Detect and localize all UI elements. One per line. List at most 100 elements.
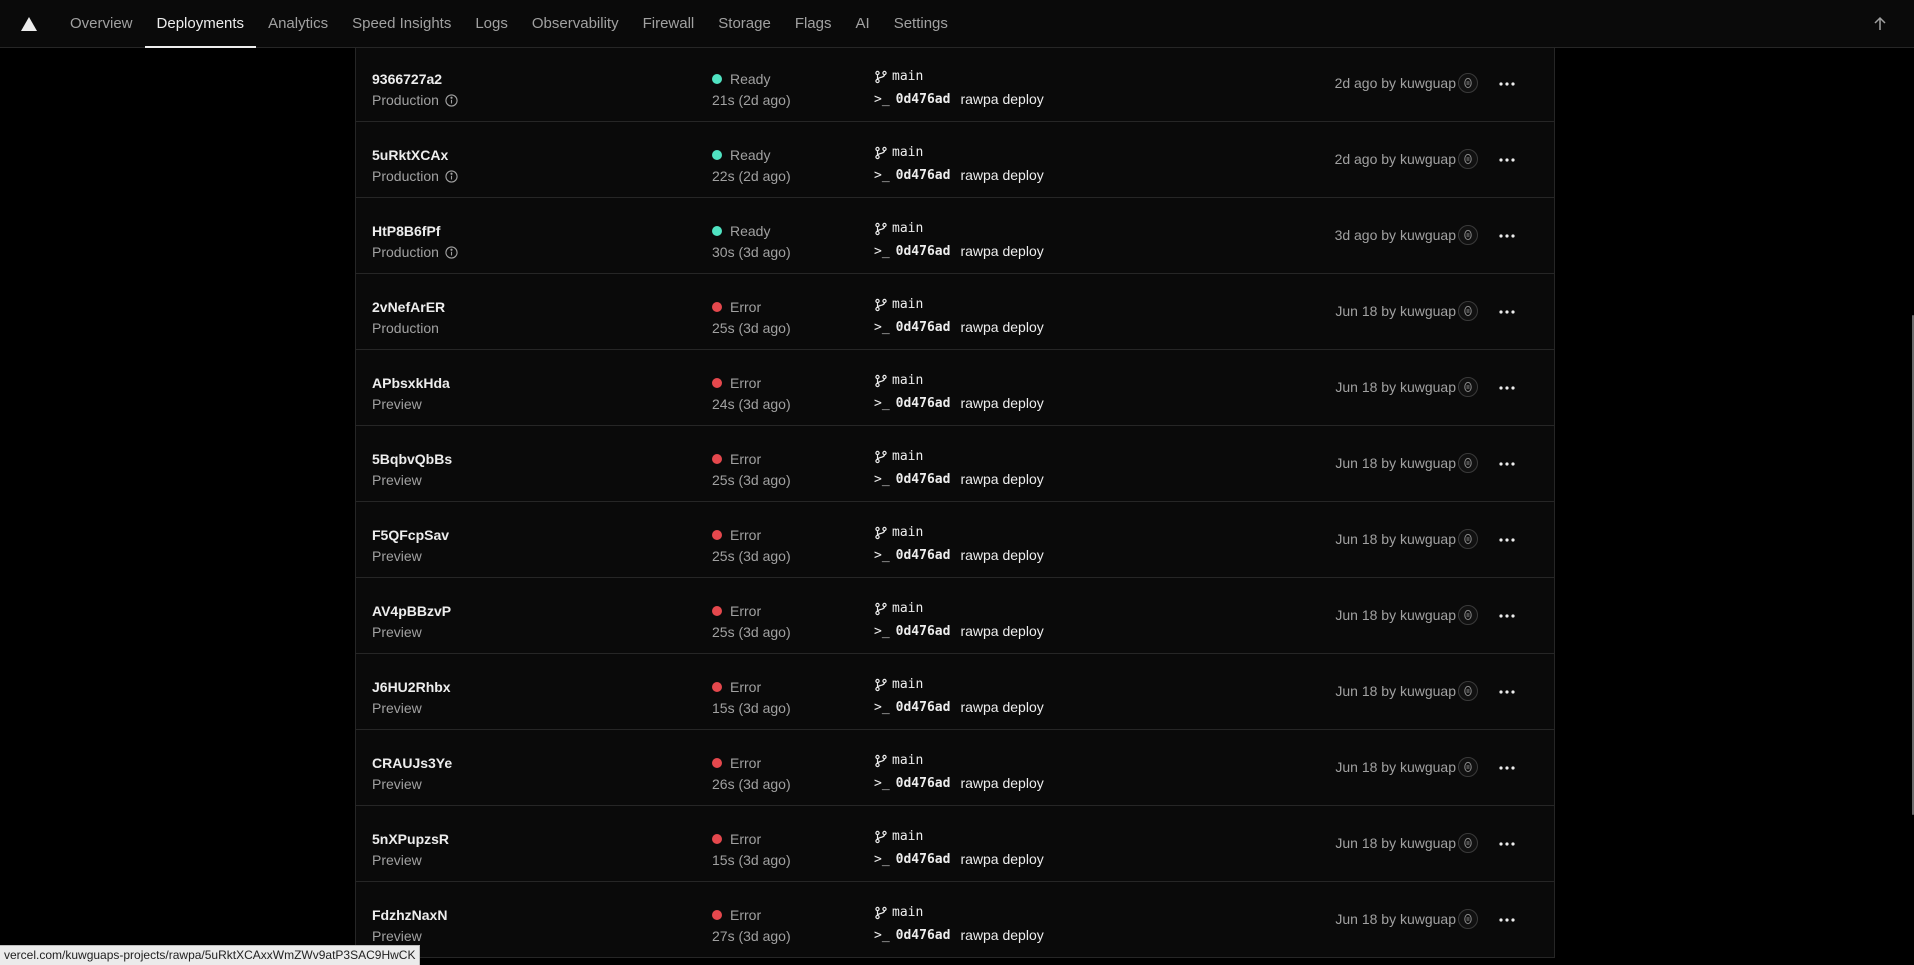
deployment-row[interactable]: 2vNefArER Production Error 25s (3d ago) … [356,274,1554,350]
status-label: Error [730,679,762,695]
terminal-prompt-icon: >_ [874,623,890,639]
tab-storage[interactable]: Storage [706,0,783,47]
deployment-environment: Production [372,320,439,336]
deployment-environment: Preview [372,852,422,868]
branch[interactable]: main [874,601,923,616]
branch[interactable]: main [874,221,923,236]
branch[interactable]: main [874,69,923,84]
branch[interactable]: main [874,905,923,920]
deployment-id[interactable]: J6HU2Rhbx [372,679,451,695]
more-actions-button[interactable] [1491,68,1523,100]
git-branch-icon [874,906,888,920]
tab-analytics[interactable]: Analytics [256,0,340,47]
commit[interactable]: >_ 0d476ad rawpa deploy [874,167,1044,183]
more-actions-button[interactable] [1491,372,1523,404]
tab-deployments[interactable]: Deployments [144,0,257,48]
terminal-prompt-icon: >_ [874,547,890,563]
deployment-id[interactable]: CRAUJs3Ye [372,755,452,771]
commit[interactable]: >_ 0d476ad rawpa deploy [874,471,1044,487]
commit[interactable]: >_ 0d476ad rawpa deploy [874,699,1044,715]
deployment-id[interactable]: FdzhzNaxN [372,907,447,923]
branch-name: main [892,145,924,160]
commit[interactable]: >_ 0d476ad rawpa deploy [874,319,1044,335]
commit-message: rawpa deploy [960,395,1044,411]
deployment-id[interactable]: 5uRktXCAx [372,147,448,163]
commit[interactable]: >_ 0d476ad rawpa deploy [874,395,1044,411]
status-dot [712,530,722,540]
tab-speed-insights[interactable]: Speed Insights [340,0,463,47]
deployment-duration: 26s (3d ago) [712,776,791,792]
branch[interactable]: main [874,145,923,160]
deployment-id[interactable]: 5BqbvQbBs [372,451,452,467]
more-actions-button[interactable] [1491,600,1523,632]
deployment-row[interactable]: 5nXPupzsR Preview Error 15s (3d ago) mai… [356,806,1554,882]
more-actions-button[interactable] [1491,676,1523,708]
git-branch-icon [874,146,888,160]
git-branch-icon [874,830,888,844]
branch[interactable]: main [874,373,923,388]
branch[interactable]: main [874,753,923,768]
deployment-row[interactable]: FdzhzNaxN Preview Error 27s (3d ago) mai… [356,882,1554,958]
more-actions-button[interactable] [1491,524,1523,556]
commit[interactable]: >_ 0d476ad rawpa deploy [874,927,1044,943]
info-icon[interactable] [445,169,458,183]
commit[interactable]: >_ 0d476ad rawpa deploy [874,547,1044,563]
branch[interactable]: main [874,449,923,464]
tab-logs[interactable]: Logs [463,0,520,47]
branch-name: main [892,297,924,312]
deployment-row[interactable]: 9366727a2 Production Ready 21s (2d ago) … [356,46,1554,122]
tab-ai[interactable]: AI [844,0,882,47]
deployment-row[interactable]: 5BqbvQbBs Preview Error 25s (3d ago) mai… [356,426,1554,502]
commit[interactable]: >_ 0d476ad rawpa deploy [874,91,1044,107]
more-actions-button[interactable] [1491,220,1523,252]
commit[interactable]: >_ 0d476ad rawpa deploy [874,775,1044,791]
git-branch-icon [874,450,888,464]
more-actions-button[interactable] [1491,828,1523,860]
deployment-row[interactable]: AV4pBBzvP Preview Error 25s (3d ago) mai… [356,578,1554,654]
deployment-id[interactable]: 5nXPupzsR [372,831,449,847]
tab-observability[interactable]: Observability [520,0,631,47]
deployment-id[interactable]: HtP8B6fPf [372,223,440,239]
branch[interactable]: main [874,677,923,692]
branch[interactable]: main [874,829,923,844]
tab-firewall[interactable]: Firewall [631,0,707,47]
info-icon[interactable] [445,245,458,259]
deployment-id[interactable]: AV4pBBzvP [372,603,451,619]
deployment-row[interactable]: APbsxkHda Preview Error 24s (3d ago) mai… [356,350,1554,426]
environment-label: Preview [372,776,422,792]
avatar [1458,149,1478,169]
info-icon[interactable] [445,93,458,107]
more-actions-button[interactable] [1491,144,1523,176]
deployment-id[interactable]: 2vNefArER [372,299,445,315]
branch-name: main [892,449,924,464]
tab-flags[interactable]: Flags [783,0,844,47]
tab-settings[interactable]: Settings [882,0,960,47]
more-actions-button[interactable] [1491,448,1523,480]
avatar [1458,529,1478,549]
deployment-row[interactable]: 5uRktXCAx Production Ready 22s (2d ago) … [356,122,1554,198]
commit-hash: 0d476ad [895,395,951,411]
deployment-id[interactable]: F5QFcpSav [372,527,449,543]
branch[interactable]: main [874,297,923,312]
terminal-prompt-icon: >_ [874,851,890,867]
deployment-row[interactable]: CRAUJs3Ye Preview Error 26s (3d ago) mai… [356,730,1554,806]
branch[interactable]: main [874,525,923,540]
scroll-to-top-icon[interactable] [1868,12,1892,36]
tab-overview[interactable]: Overview [58,0,145,47]
deployment-id[interactable]: APbsxkHda [372,375,450,391]
more-actions-button[interactable] [1491,904,1523,936]
more-actions-button[interactable] [1491,296,1523,328]
scrollbar[interactable] [1908,47,1914,965]
more-actions-button[interactable] [1491,752,1523,784]
status-dot [712,74,722,84]
deployment-row[interactable]: J6HU2Rhbx Preview Error 15s (3d ago) mai… [356,654,1554,730]
deployment-duration: 25s (3d ago) [712,320,791,336]
deployment-row[interactable]: HtP8B6fPf Production Ready 30s (3d ago) … [356,198,1554,274]
vercel-logo-icon[interactable] [0,0,58,47]
commit[interactable]: >_ 0d476ad rawpa deploy [874,851,1044,867]
commit-hash: 0d476ad [895,319,951,335]
deployment-id[interactable]: 9366727a2 [372,71,442,87]
commit[interactable]: >_ 0d476ad rawpa deploy [874,243,1044,259]
commit[interactable]: >_ 0d476ad rawpa deploy [874,623,1044,639]
deployment-row[interactable]: F5QFcpSav Preview Error 25s (3d ago) mai… [356,502,1554,578]
